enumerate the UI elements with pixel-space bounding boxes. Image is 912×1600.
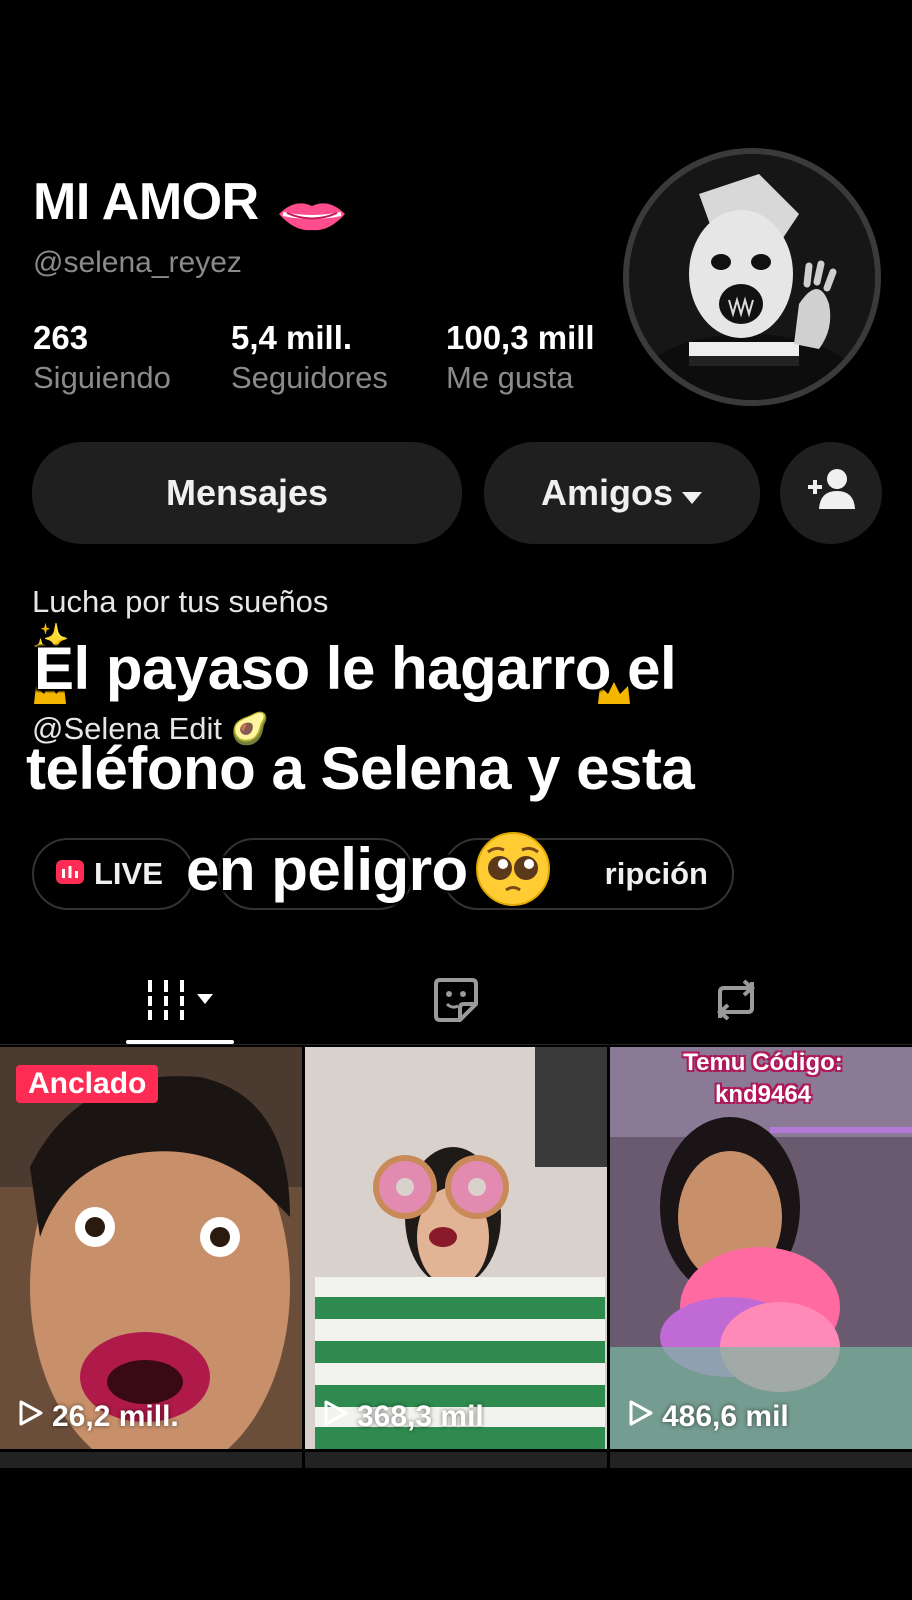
video-tile-partial[interactable] <box>610 1452 912 1468</box>
stat-following-label: Siguiendo <box>33 360 171 395</box>
tabs-divider <box>0 1044 912 1045</box>
play-icon <box>323 1399 349 1435</box>
friends-button-label: Amigos <box>540 472 673 513</box>
tab-videos[interactable] <box>126 960 234 1044</box>
view-count: 368,3 mil <box>323 1399 484 1435</box>
play-icon <box>628 1399 654 1435</box>
sticker-icon <box>432 976 480 1029</box>
pinned-badge: Anclado <box>16 1065 159 1103</box>
promo-overlay: Temu Código: knd9464 <box>668 1047 858 1111</box>
video-thumbnail <box>305 1047 607 1449</box>
stat-following[interactable]: 263 Siguiendo <box>33 320 171 398</box>
video-tile-partial[interactable] <box>0 1452 302 1468</box>
live-icon <box>56 856 84 892</box>
promo-overlay-line: Temu Código: <box>683 1049 843 1076</box>
stat-likes-value: 100,3 mill <box>446 319 595 356</box>
caption-line: en peligro <box>186 830 552 908</box>
username: @selena_reyez <box>33 246 242 279</box>
add-person-icon <box>806 467 856 520</box>
subscription-chip-label: ripción <box>604 856 708 891</box>
add-friend-button[interactable] <box>780 442 882 544</box>
caption-line: teléfono a Selena y esta <box>26 735 695 802</box>
grid-icon <box>145 978 215 1027</box>
video-thumbnail <box>0 1047 302 1449</box>
pleading-face-icon <box>474 830 552 908</box>
live-chip-label: LIVE <box>94 856 163 891</box>
video-tile[interactable]: Anclado 26,2 mill. <box>0 1047 302 1449</box>
promo-overlay-line: knd9464 <box>714 1081 812 1108</box>
messages-button-label: Mensajes <box>165 472 329 513</box>
view-count: 486,6 mil <box>628 1399 789 1435</box>
tab-reposts[interactable] <box>692 960 780 1044</box>
video-tile-partial[interactable] <box>305 1452 607 1468</box>
caption-line: El payaso le hagarro el <box>34 635 677 702</box>
stat-likes[interactable]: 100,3 mill Me gusta <box>446 320 595 398</box>
stat-following-value: 263 <box>33 319 89 356</box>
repost-icon <box>710 978 762 1027</box>
caption-text: en peligro <box>186 835 468 903</box>
view-count-text: 26,2 mill. <box>52 1400 179 1433</box>
video-tile[interactable]: Temu Código: knd9464 486,6 mil <box>610 1047 912 1449</box>
avatar[interactable] <box>623 148 881 406</box>
view-count: 26,2 mill. <box>18 1399 179 1435</box>
messages-button[interactable]: Mensajes <box>32 442 462 544</box>
view-count-text: 368,3 mil <box>357 1400 484 1433</box>
play-icon <box>18 1399 44 1435</box>
caret-down-icon <box>681 472 703 514</box>
stat-likes-label: Me gusta <box>446 360 574 395</box>
lips-icon <box>277 185 347 231</box>
stat-followers[interactable]: 5,4 mill. Seguidores <box>231 320 388 398</box>
tab-liked[interactable] <box>412 960 500 1044</box>
bio-text: Lucha por tus sueños <box>32 584 329 619</box>
stat-followers-value: 5,4 mill. <box>231 319 353 356</box>
live-chip[interactable]: LIVE <box>32 838 194 910</box>
view-count-text: 486,6 mil <box>662 1400 789 1433</box>
stat-followers-label: Seguidores <box>231 360 388 395</box>
video-tile[interactable]: 368,3 mil <box>305 1047 607 1449</box>
display-name-text: MI AMOR <box>33 173 259 231</box>
profile-tabs <box>0 960 912 1044</box>
display-name: MI AMOR <box>33 172 347 232</box>
friends-button[interactable]: Amigos <box>484 442 760 544</box>
